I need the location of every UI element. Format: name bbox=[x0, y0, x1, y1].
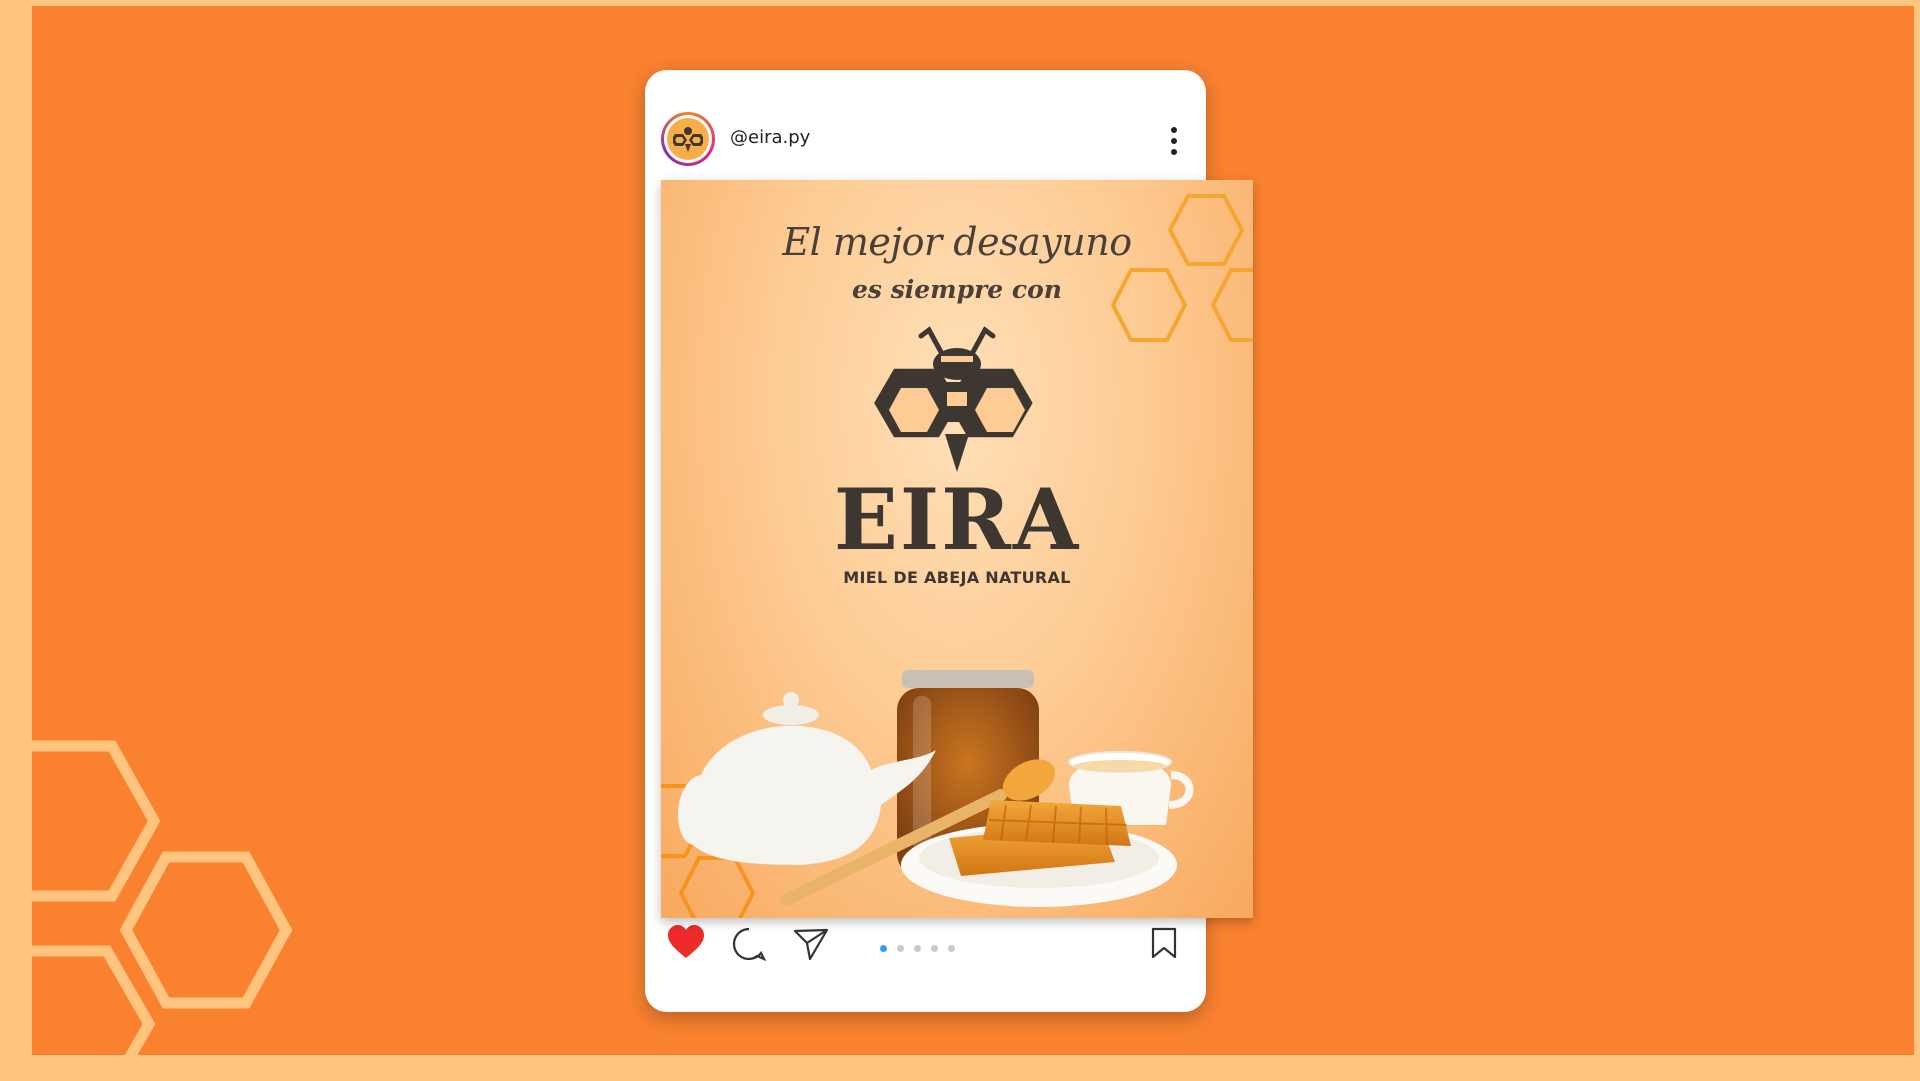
post-subline: es siempre con bbox=[852, 275, 1062, 304]
brand-tagline: MIEL DE ABEJA NATURAL bbox=[843, 568, 1071, 587]
carousel-dot[interactable] bbox=[897, 945, 904, 952]
avatar[interactable] bbox=[661, 112, 715, 166]
honeycomb-decoration bbox=[32, 740, 293, 1055]
post-header: @eira.py bbox=[645, 70, 1206, 175]
post-headline: El mejor desayuno bbox=[782, 220, 1132, 264]
bookmark-icon[interactable] bbox=[1150, 927, 1178, 959]
carousel-dot[interactable] bbox=[948, 945, 955, 952]
bee-logo-icon bbox=[673, 127, 703, 152]
brand-name: EIRA bbox=[833, 470, 1081, 569]
post-image[interactable]: El mejor desayuno es siempre con EIRA MI… bbox=[661, 180, 1253, 918]
breakfast-photo bbox=[678, 670, 1194, 907]
carousel-dot[interactable] bbox=[880, 945, 887, 952]
carousel-dot[interactable] bbox=[914, 945, 921, 952]
more-vertical-icon[interactable] bbox=[1168, 125, 1180, 157]
post-username[interactable]: @eira.py bbox=[730, 127, 810, 148]
comment-icon[interactable] bbox=[732, 927, 766, 961]
carousel-dot[interactable] bbox=[931, 945, 938, 952]
bee-logo-icon bbox=[874, 326, 1033, 472]
heart-icon[interactable] bbox=[667, 925, 705, 959]
send-icon[interactable] bbox=[793, 927, 829, 961]
carousel-indicator bbox=[880, 945, 955, 952]
